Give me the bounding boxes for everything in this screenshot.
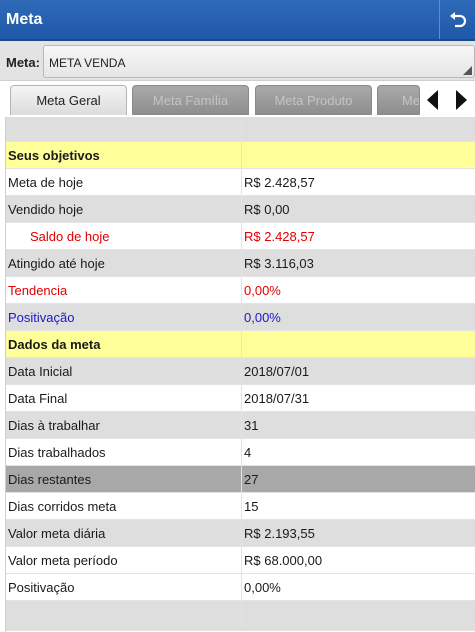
row-value: R$ 2.428,57 bbox=[244, 175, 315, 190]
row-label: Vendido hoje bbox=[6, 196, 242, 223]
row-value: 2018/07/01 bbox=[244, 364, 310, 379]
row-value: R$ 3.116,03 bbox=[244, 256, 314, 271]
row-value: R$ 2.428,57 bbox=[244, 229, 315, 244]
undo-arrow-icon bbox=[449, 11, 466, 27]
row-label: Dias restantes bbox=[6, 466, 242, 493]
tab-meta-familia-label: Meta Família bbox=[152, 93, 229, 108]
row-value: 0,00% bbox=[244, 283, 281, 298]
table-row[interactable]: Tendencia 0,00% bbox=[6, 277, 475, 304]
table-row[interactable]: Data Final 2018/07/31 bbox=[6, 385, 475, 412]
tab-meta-partial[interactable]: Me bbox=[377, 85, 420, 115]
row-label: Dias à trabalhar bbox=[6, 412, 242, 439]
row-value bbox=[242, 142, 475, 169]
table-row[interactable]: Atingido até hoje R$ 3.116,03 bbox=[6, 250, 475, 277]
row-value bbox=[242, 117, 475, 144]
row-label: Dias corridos meta bbox=[6, 493, 242, 520]
table-row[interactable]: Dias restantes 27 bbox=[6, 466, 475, 493]
table-row[interactable]: Dias corridos meta 15 bbox=[6, 493, 475, 520]
table-row[interactable]: Data Inicial 2018/07/01 bbox=[6, 358, 475, 385]
table-row[interactable] bbox=[6, 117, 475, 144]
row-label: Positivação bbox=[6, 574, 242, 601]
row-label bbox=[6, 601, 242, 628]
table-row[interactable]: Positivação 0,00% bbox=[6, 574, 475, 601]
row-label: Valor meta período bbox=[6, 547, 242, 574]
table-row[interactable]: Vendido hoje R$ 0,00 bbox=[6, 196, 475, 223]
row-label: Saldo de hoje bbox=[6, 223, 242, 250]
back-button[interactable] bbox=[439, 0, 475, 39]
tab-scroll-right-icon[interactable] bbox=[450, 87, 472, 113]
row-value: 2018/07/31 bbox=[244, 391, 310, 406]
table-row[interactable]: Dias trabalhados 4 bbox=[6, 439, 475, 466]
table-row[interactable]: Valor meta diária R$ 2.193,55 bbox=[6, 520, 475, 547]
tab-meta-produto-label: Meta Produto bbox=[274, 93, 353, 108]
tab-meta-geral-label: Meta Geral bbox=[36, 93, 101, 108]
row-label: Seus objetivos bbox=[6, 142, 242, 169]
row-label: Positivação bbox=[6, 304, 242, 331]
row-value bbox=[242, 601, 475, 628]
row-label: Data Final bbox=[6, 385, 242, 412]
goals-grid: Seus objetivos Meta de hoje R$ 2.428,57 Ven… bbox=[5, 117, 475, 632]
dropdown-corner-icon bbox=[463, 66, 472, 75]
section-header-row[interactable]: Seus objetivos bbox=[6, 142, 475, 169]
tab-meta-partial-label: Me bbox=[402, 93, 420, 108]
row-label: Tendencia bbox=[6, 277, 242, 304]
row-value: R$ 2.193,55 bbox=[244, 526, 315, 541]
meta-select-value: META VENDA bbox=[49, 56, 126, 70]
window-title: Meta bbox=[6, 11, 43, 28]
row-value: 0,00% bbox=[244, 580, 281, 595]
row-value: R$ 0,00 bbox=[244, 202, 290, 217]
table-row[interactable]: Meta de hoje R$ 2.428,57 bbox=[6, 169, 475, 196]
tab-meta-produto[interactable]: Meta Produto bbox=[255, 85, 372, 115]
table-row[interactable]: Saldo de hoje R$ 2.428,57 bbox=[6, 223, 475, 250]
meta-selector-row: Meta: META VENDA bbox=[0, 41, 475, 81]
row-label: Meta de hoje bbox=[6, 169, 242, 196]
title-bar: Meta bbox=[0, 0, 475, 41]
row-value: 0,00% bbox=[244, 310, 281, 325]
row-value: 27 bbox=[244, 472, 259, 487]
section-header-row[interactable]: Dados da meta bbox=[6, 331, 475, 358]
row-value: 15 bbox=[244, 499, 259, 514]
row-label: Atingido até hoje bbox=[6, 250, 242, 277]
row-value: 4 bbox=[244, 445, 252, 460]
meta-select[interactable]: META VENDA bbox=[43, 45, 475, 78]
row-label: Valor meta diária bbox=[6, 520, 242, 547]
tab-meta-geral[interactable]: Meta Geral bbox=[10, 85, 127, 115]
table-row[interactable]: Valor meta período R$ 68.000,00 bbox=[6, 547, 475, 574]
table-row[interactable]: Positivação 0,00% bbox=[6, 304, 475, 331]
row-label bbox=[6, 117, 242, 144]
meta-label: Meta: bbox=[6, 55, 40, 70]
row-label: Data Inicial bbox=[6, 358, 242, 385]
row-value bbox=[242, 331, 475, 358]
table-row[interactable]: Dias à trabalhar 31 bbox=[6, 412, 475, 439]
row-label: Dias trabalhados bbox=[6, 439, 242, 466]
table-row[interactable] bbox=[6, 601, 475, 631]
tab-meta-familia[interactable]: Meta Família bbox=[132, 85, 249, 115]
tab-bar: Meta Geral Meta Família Meta Produto Me bbox=[0, 81, 475, 117]
row-value: R$ 68.000,00 bbox=[244, 553, 323, 568]
row-value: 31 bbox=[244, 418, 259, 433]
row-label: Dados da meta bbox=[6, 331, 242, 358]
tab-scroll-left-icon[interactable] bbox=[422, 87, 444, 113]
